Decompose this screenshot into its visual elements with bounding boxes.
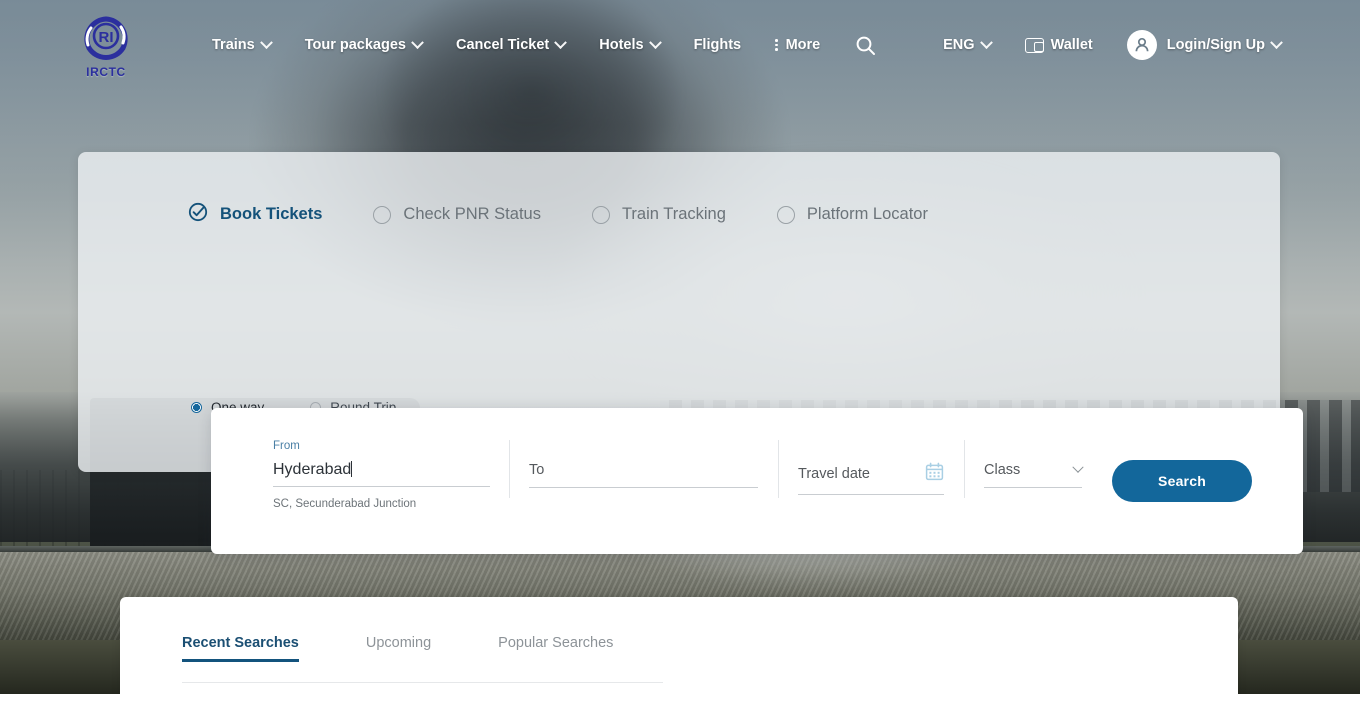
- wallet-icon: [1024, 37, 1044, 53]
- mode-label: Train Tracking: [621, 205, 726, 223]
- nav-item-label: Flights: [693, 37, 742, 53]
- searches-tabs-divider: [182, 682, 663, 683]
- from-field-label: From: [273, 440, 300, 452]
- radio-circle-icon: [591, 205, 610, 224]
- nav-item-label: Tour packages: [304, 37, 406, 53]
- to-field-group: To: [529, 462, 758, 488]
- login-label: Login/Sign Up: [1166, 37, 1265, 53]
- mode-label: Check PNR Status: [403, 205, 541, 223]
- nav-item-trains[interactable]: Trains: [205, 35, 288, 53]
- mode-label: Platform Locator: [806, 205, 928, 223]
- search-button[interactable]: Search: [1112, 460, 1252, 502]
- irctc-booking-page: RI IRCTC Trains Tour packages Cancel Tic…: [0, 0, 1360, 706]
- kebab-menu-icon: [775, 39, 778, 51]
- top-navigation-bar: RI IRCTC Trains Tour packages Cancel Tic…: [0, 0, 1360, 90]
- class-field-group: Class: [984, 461, 1084, 488]
- svg-text:RI: RI: [99, 29, 114, 46]
- booking-mode-tabs: Book Tickets Check PNR Status Train Trac…: [188, 202, 979, 227]
- wallet-button[interactable]: Wallet: [1008, 37, 1110, 53]
- calendar-icon[interactable]: [925, 462, 944, 486]
- radio-circle-icon: [776, 205, 795, 224]
- tab-popular-searches[interactable]: Popular Searches: [498, 635, 613, 662]
- travel-date-input[interactable]: Travel date: [798, 462, 944, 495]
- searches-card: Recent Searches Upcoming Popular Searche…: [120, 597, 1238, 706]
- mode-check-pnr-status[interactable]: Check PNR Status: [373, 205, 541, 224]
- chevron-down-icon: [1072, 461, 1084, 473]
- mode-label: Book Tickets: [220, 205, 323, 223]
- chevron-down-icon: [979, 35, 993, 49]
- nav-item-cancel-ticket[interactable]: Cancel Ticket: [439, 35, 582, 53]
- mode-train-tracking[interactable]: Train Tracking: [591, 205, 726, 224]
- nav-item-hotels[interactable]: Hotels: [582, 35, 676, 53]
- from-input[interactable]: Hyderabad: [273, 461, 490, 487]
- chevron-down-icon: [648, 35, 662, 49]
- field-divider: [964, 440, 965, 498]
- language-selector[interactable]: ENG: [936, 35, 1007, 53]
- booking-panel: Book Tickets Check PNR Status Train Trac…: [78, 152, 1303, 554]
- nav-item-tour-packages[interactable]: Tour packages: [288, 35, 439, 53]
- chevron-down-icon: [554, 35, 568, 49]
- login-signup-button[interactable]: Login/Sign Up: [1110, 30, 1298, 60]
- mode-platform-locator[interactable]: Platform Locator: [776, 205, 928, 224]
- chevron-down-icon: [1270, 35, 1283, 49]
- searches-tabs: Recent Searches Upcoming Popular Searche…: [182, 635, 680, 662]
- main-menu: Trains Tour packages Cancel Ticket Hotel…: [205, 0, 876, 90]
- from-input-value: Hyderabad: [273, 461, 352, 478]
- chevron-down-icon: [259, 35, 273, 49]
- from-station-hint: SC, Secunderabad Junction: [273, 498, 417, 510]
- nav-item-label: More: [785, 37, 821, 53]
- page-bottom-spacer: [0, 694, 1360, 706]
- from-field-group: From Hyderabad SC, Secunderabad Junction: [273, 440, 490, 510]
- nav-item-label: Hotels: [599, 37, 644, 53]
- nav-item-label: Trains: [212, 37, 255, 53]
- check-circle-icon: [188, 202, 208, 227]
- chevron-down-icon: [411, 35, 424, 49]
- radio-circle-icon: [373, 205, 392, 224]
- wallet-label: Wallet: [1050, 37, 1093, 53]
- to-input[interactable]: To: [529, 462, 758, 488]
- irctc-logo-text: IRCTC: [86, 64, 126, 79]
- class-placeholder: Class: [984, 462, 1021, 478]
- nav-item-label: Cancel Ticket: [456, 37, 550, 53]
- irctc-logo-icon: RI: [77, 12, 135, 64]
- mode-book-tickets[interactable]: Book Tickets: [188, 202, 322, 227]
- radio-selected-icon: [191, 402, 202, 413]
- nav-item-more[interactable]: More: [758, 37, 837, 53]
- search-icon[interactable]: [855, 35, 876, 56]
- tab-upcoming[interactable]: Upcoming: [366, 635, 431, 662]
- class-select[interactable]: Class: [984, 461, 1084, 488]
- field-divider: [509, 440, 510, 498]
- search-form-card: From Hyderabad SC, Secunderabad Junction…: [211, 408, 1303, 554]
- nav-item-flights[interactable]: Flights: [677, 37, 759, 53]
- irctc-logo[interactable]: RI IRCTC: [68, 8, 144, 82]
- travel-date-placeholder: Travel date: [798, 466, 870, 482]
- travel-date-field-group: Travel date: [798, 462, 944, 495]
- tab-recent-searches[interactable]: Recent Searches: [182, 635, 299, 662]
- text-caret: [351, 461, 353, 477]
- user-avatar-icon: [1126, 30, 1157, 60]
- language-label: ENG: [943, 37, 975, 53]
- field-divider: [778, 440, 779, 498]
- account-menu: ENG Wallet Login/Sign Up: [936, 0, 1298, 90]
